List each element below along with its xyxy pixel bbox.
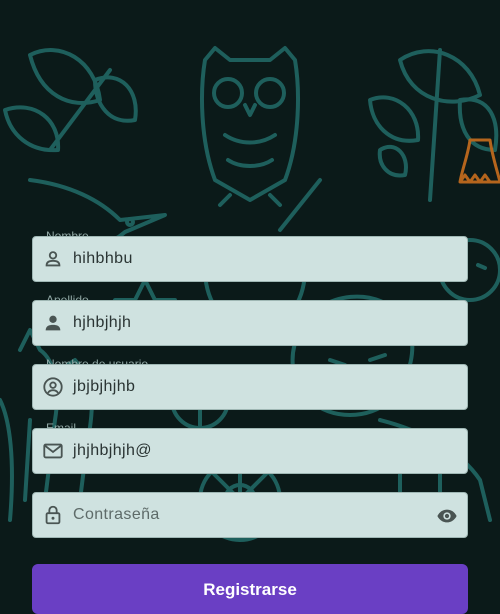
mail-icon <box>43 443 63 459</box>
email-value: jhjhbjhjh@ <box>73 442 152 459</box>
password-placeholder: Contraseña <box>73 506 160 523</box>
nombre-value: hihbhbu <box>73 250 133 267</box>
register-button[interactable]: Registrarse <box>32 564 468 614</box>
person-icon <box>45 251 61 267</box>
apellido-value: hjhbjhjh <box>73 314 132 331</box>
visibility-toggle-icon[interactable] <box>435 505 459 527</box>
email-field[interactable]: jhjhbjhjh@ <box>32 428 468 474</box>
password-field[interactable]: Contraseña <box>32 492 468 538</box>
nombre-field[interactable]: hihbhbu <box>32 236 468 282</box>
username-field[interactable]: jbjbjhjhb <box>32 364 468 410</box>
account-circle-icon <box>43 377 63 397</box>
apellido-field[interactable]: hjhbjhjh <box>32 300 468 346</box>
person-filled-icon <box>45 315 61 331</box>
lock-icon <box>45 505 61 525</box>
username-value: jbjbjhjhb <box>73 378 136 395</box>
